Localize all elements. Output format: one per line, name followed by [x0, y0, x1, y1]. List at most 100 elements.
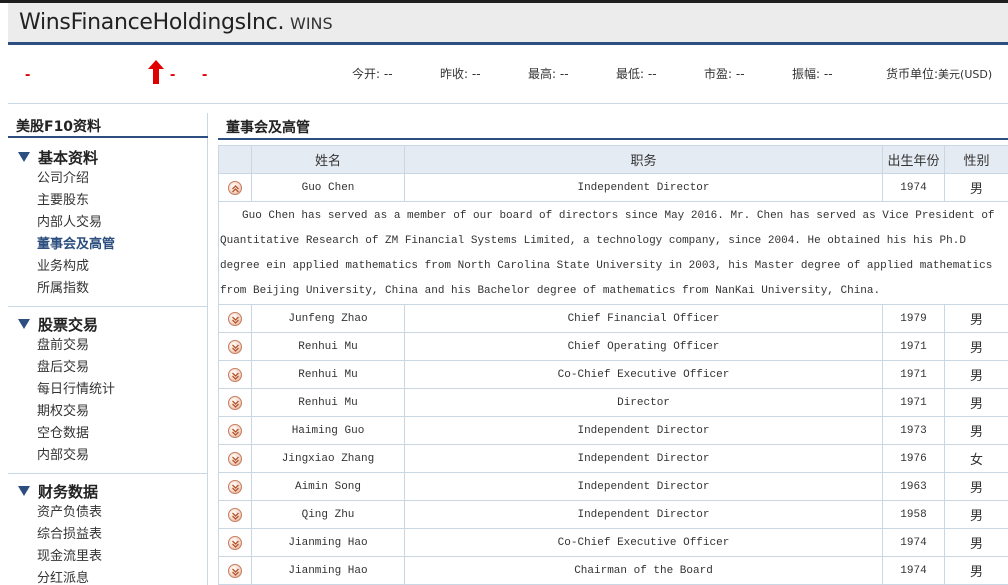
collapse-toggle-icon[interactable] [228, 180, 242, 195]
collapse-triangle-icon[interactable] [18, 152, 30, 162]
sidebar-item-link[interactable]: 盘前交易 [8, 335, 208, 357]
position-cell: Independent Director [404, 416, 883, 445]
sidebar-group-label: 基本资料 [38, 148, 99, 167]
birth-year-cell: 1971 [882, 332, 945, 361]
quote-value: -- [732, 67, 745, 81]
position-cell: Chief Operating Officer [404, 332, 883, 361]
collapse-triangle-icon[interactable] [18, 486, 30, 496]
sex-cell: 男 [944, 388, 1008, 417]
quote-label: 振幅: [792, 67, 821, 81]
toggle-cell[interactable] [218, 500, 252, 529]
quote-value: -- [468, 67, 481, 81]
quote-label: 最高: [528, 67, 557, 81]
quote-label: 最低: [616, 67, 645, 81]
table-header-row: 姓名 职务 出生年份 性别 [218, 145, 1008, 174]
position-cell: Independent Director [404, 173, 883, 202]
sidebar-divider [8, 306, 208, 307]
quote-high: 最高: -- [528, 65, 569, 82]
table-row: Jianming Hao Co-Chief Executive Officer 19… [218, 528, 1008, 557]
table-row: Junfeng Zhao Chief Financial Officer 1979 男 [218, 304, 1008, 333]
position-cell: Co-Chief Executive Officer [404, 360, 883, 389]
sidebar-item-link[interactable]: 盘后交易 [8, 357, 208, 379]
toggle-cell[interactable] [218, 332, 252, 361]
sidebar-group-header[interactable]: 基本资料 [8, 146, 208, 168]
expand-toggle-icon[interactable] [228, 563, 242, 578]
sidebar-group-header[interactable]: 财务数据 [8, 480, 208, 502]
person-biography: Guo Chen has served as a member of our b… [218, 201, 1008, 305]
sidebar-item-link[interactable]: 综合损益表 [8, 524, 208, 546]
sidebar-item-link[interactable]: 资产负债表 [8, 502, 208, 524]
toggle-cell[interactable] [218, 416, 252, 445]
toggle-cell[interactable] [218, 528, 252, 557]
sidebar-item-link[interactable]: 期权交易 [8, 401, 208, 423]
section-title: 董事会及高管 [218, 113, 1008, 140]
sidebar-item-link[interactable]: 公司介绍 [8, 168, 208, 190]
quote-value: -- [556, 67, 569, 81]
toggle-cell[interactable] [218, 173, 252, 202]
expand-toggle-icon[interactable] [228, 395, 242, 410]
person-name-cell: Qing Zhu [251, 500, 405, 529]
quote-label: 货币单位: [886, 67, 939, 81]
quote-prev-close: 昨收: -- [440, 65, 481, 82]
sex-cell: 男 [944, 528, 1008, 557]
expand-toggle-icon[interactable] [228, 451, 242, 466]
sex-cell: 男 [944, 360, 1008, 389]
person-name-cell: Jianming Hao [251, 528, 405, 557]
sidebar-item-link[interactable]: 分红派息 [8, 568, 208, 585]
quote-open: 今开: -- [352, 65, 393, 82]
position-cell: Director [404, 388, 883, 417]
collapse-triangle-icon[interactable] [18, 319, 30, 329]
expand-toggle-icon[interactable] [228, 535, 242, 550]
expand-toggle-icon[interactable] [228, 367, 242, 382]
table-row: Renhui Mu Chief Operating Officer 1971 男 [218, 332, 1008, 361]
birth-year-cell: 1976 [882, 444, 945, 473]
birth-year-cell: 1971 [882, 388, 945, 417]
toggle-cell[interactable] [218, 444, 252, 473]
position-cell: Chairman of the Board [404, 556, 883, 585]
management-table: 姓名 职务 出生年份 性别 Guo Chen Independent Director 1… [218, 145, 1008, 585]
ticker-symbol: WINS [290, 14, 333, 33]
page-header: WinsFinanceHoldingsInc. WINS [8, 3, 1008, 45]
quote-value: 美元(USD) [938, 68, 993, 81]
expand-toggle-icon[interactable] [228, 507, 242, 522]
sidebar-item-link[interactable]: 主要股东 [8, 190, 208, 212]
toggle-cell[interactable] [218, 556, 252, 585]
quote-pe: 市盈: -- [704, 65, 745, 82]
expand-toggle-icon[interactable] [228, 479, 242, 494]
quote-label: 昨收: [440, 67, 469, 81]
table-row: Renhui Mu Co-Chief Executive Officer 1971 男 [218, 360, 1008, 389]
sidebar-item-link[interactable]: 业务构成 [8, 256, 208, 278]
sidebar-item-link[interactable]: 董事会及高管 [8, 234, 208, 256]
toggle-cell[interactable] [218, 360, 252, 389]
birth-year-cell: 1958 [882, 500, 945, 529]
sidebar-item-link[interactable]: 内部交易 [8, 445, 208, 467]
sex-cell: 女 [944, 444, 1008, 473]
quote-bar: - - - 今开: -- 昨收: -- 最高: -- 最低: -- 市盈: -- 振幅: … [8, 48, 1008, 104]
sidebar-item-link[interactable]: 内部人交易 [8, 212, 208, 234]
quote-currency: 货币单位:美元(USD) [886, 65, 992, 82]
quote-label: 今开: [352, 67, 381, 81]
sex-cell: 男 [944, 556, 1008, 585]
birth-year-cell: 1974 [882, 528, 945, 557]
expand-toggle-icon[interactable] [228, 311, 242, 326]
table-row: Jingxiao Zhang Independent Director 1976 女 [218, 444, 1008, 473]
toggle-cell[interactable] [218, 472, 252, 501]
price-value: - [25, 66, 31, 83]
toggle-cell[interactable] [218, 388, 252, 417]
sidebar-item-link[interactable]: 空仓数据 [8, 423, 208, 445]
title-col-header: 职务 [404, 145, 883, 174]
sidebar-item-link[interactable]: 所属指数 [8, 278, 208, 300]
expand-toggle-icon[interactable] [228, 423, 242, 438]
bio-row: Guo Chen has served as a member of our b… [218, 201, 1008, 305]
sidebar-group: 股票交易 盘前交易 盘后交易 每日行情统计 期权交易 空仓数据 内部交易 [8, 313, 208, 467]
position-cell: Chief Financial Officer [404, 304, 883, 333]
sidebar-group-header[interactable]: 股票交易 [8, 313, 208, 335]
sidebar-item-link[interactable]: 每日行情统计 [8, 379, 208, 401]
expand-toggle-icon[interactable] [228, 339, 242, 354]
sidebar-item-link[interactable]: 现金流里表 [8, 546, 208, 568]
person-name-cell: Jianming Hao [251, 556, 405, 585]
toggle-cell[interactable] [218, 304, 252, 333]
table-row: Renhui Mu Director 1971 男 [218, 388, 1008, 417]
table-row: Qing Zhu Independent Director 1958 男 [218, 500, 1008, 529]
sidebar-group: 基本资料 公司介绍 主要股东 内部人交易 董事会及高管 业务构成 所属指数 [8, 146, 208, 300]
